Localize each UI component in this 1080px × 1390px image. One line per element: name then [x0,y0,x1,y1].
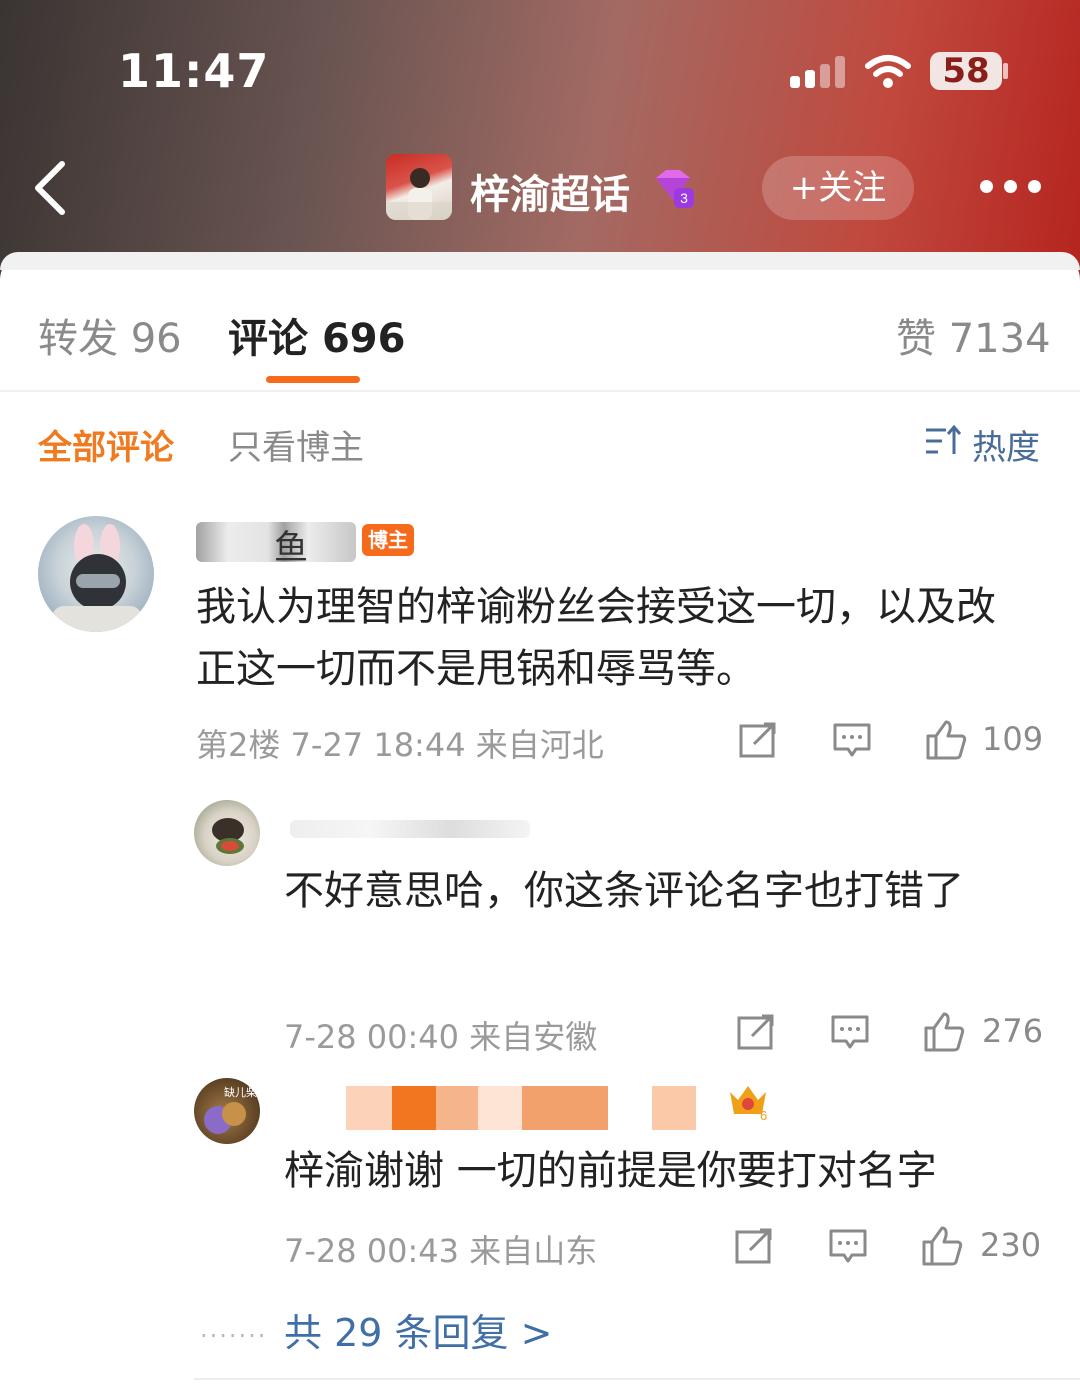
more-replies-link[interactable]: 共 29 条回复 > [284,1302,552,1357]
username-mosaic [346,1086,392,1130]
comment-icon[interactable] [830,1012,870,1052]
username-mosaic [392,1086,436,1130]
bottom-divider [194,1378,1080,1380]
status-time: 11:47 [118,44,270,98]
comment-icon[interactable] [828,1226,868,1266]
tab-reposts-count: 96 [130,316,182,362]
username-mosaic [652,1086,696,1130]
share-icon[interactable] [736,1012,776,1052]
comment-text: 我认为理智的梓谕粉丝会接受这一切，以及改正这一切而不是甩锅和辱骂等。 [196,584,996,692]
like-icon[interactable] [924,718,968,762]
battery-indicator: 58 [930,52,1002,90]
comment-icon[interactable] [832,720,872,760]
username-mosaic [436,1086,478,1130]
username-mosaic [478,1086,522,1130]
reply-text: 梓渝谢谢 一切的前提是你要打对名字 [284,1148,937,1194]
tab-comments-count: 696 [321,316,406,362]
battery-nub [1003,63,1008,79]
sort-icon[interactable] [924,424,962,458]
tab-likes-label: 赞 [896,316,936,362]
reply-text: 不好意思哈，你这条评论名字也打错了 [284,868,964,914]
reply-username-mosaic [290,820,530,838]
level-gem-icon: 3 [656,170,694,208]
like-icon[interactable] [920,1224,964,1268]
tab-comments[interactable]: 评论 696 [228,306,405,364]
crown-icon: 6 [730,1086,767,1122]
host-badge: 博主 [362,524,414,556]
sheet-edge [0,252,1080,270]
filter-all-comments[interactable]: 全部评论 [38,420,174,469]
tab-reposts[interactable]: 转发 96 [38,306,182,364]
topic-avatar[interactable] [386,154,452,220]
tab-comments-label: 评论 [228,316,308,362]
username-mosaic [522,1086,608,1130]
reply-meta: 7-28 00:40 来自安徽 [284,1018,598,1056]
tab-likes[interactable]: 赞 7134 [896,306,1051,364]
signal-icon [790,56,846,88]
share-icon[interactable] [734,1226,774,1266]
back-icon[interactable] [30,160,76,216]
svg-text:3: 3 [680,190,688,206]
tab-likes-count: 7134 [948,316,1051,362]
svg-text:6: 6 [760,1108,767,1122]
replies-dots: ······· [200,1322,268,1350]
follow-button[interactable]: +关注 [762,156,914,220]
username[interactable]: 鱼 [274,520,308,569]
sort-label[interactable]: 热度 [972,420,1040,469]
reply-avatar[interactable]: 缺儿柴 [194,1078,260,1144]
reply-meta: 7-28 00:43 来自山东 [284,1232,598,1270]
more-icon[interactable] [980,178,1042,196]
comment-meta: 第2楼 7-27 18:44 来自河北 [196,726,604,764]
like-count: 230 [980,1226,1042,1264]
reply-avatar[interactable] [194,800,260,866]
topic-title[interactable]: 梓渝超话 [470,162,630,220]
share-icon[interactable] [738,720,778,760]
wifi-icon [865,55,911,88]
tabs-divider [0,390,1080,392]
filter-host-only[interactable]: 只看博主 [228,420,364,469]
like-icon[interactable] [922,1010,966,1054]
like-count: 276 [982,1012,1044,1050]
avatar[interactable] [38,516,154,632]
tab-reposts-label: 转发 [38,316,118,362]
like-count: 109 [982,720,1044,758]
active-tab-indicator [266,376,360,383]
